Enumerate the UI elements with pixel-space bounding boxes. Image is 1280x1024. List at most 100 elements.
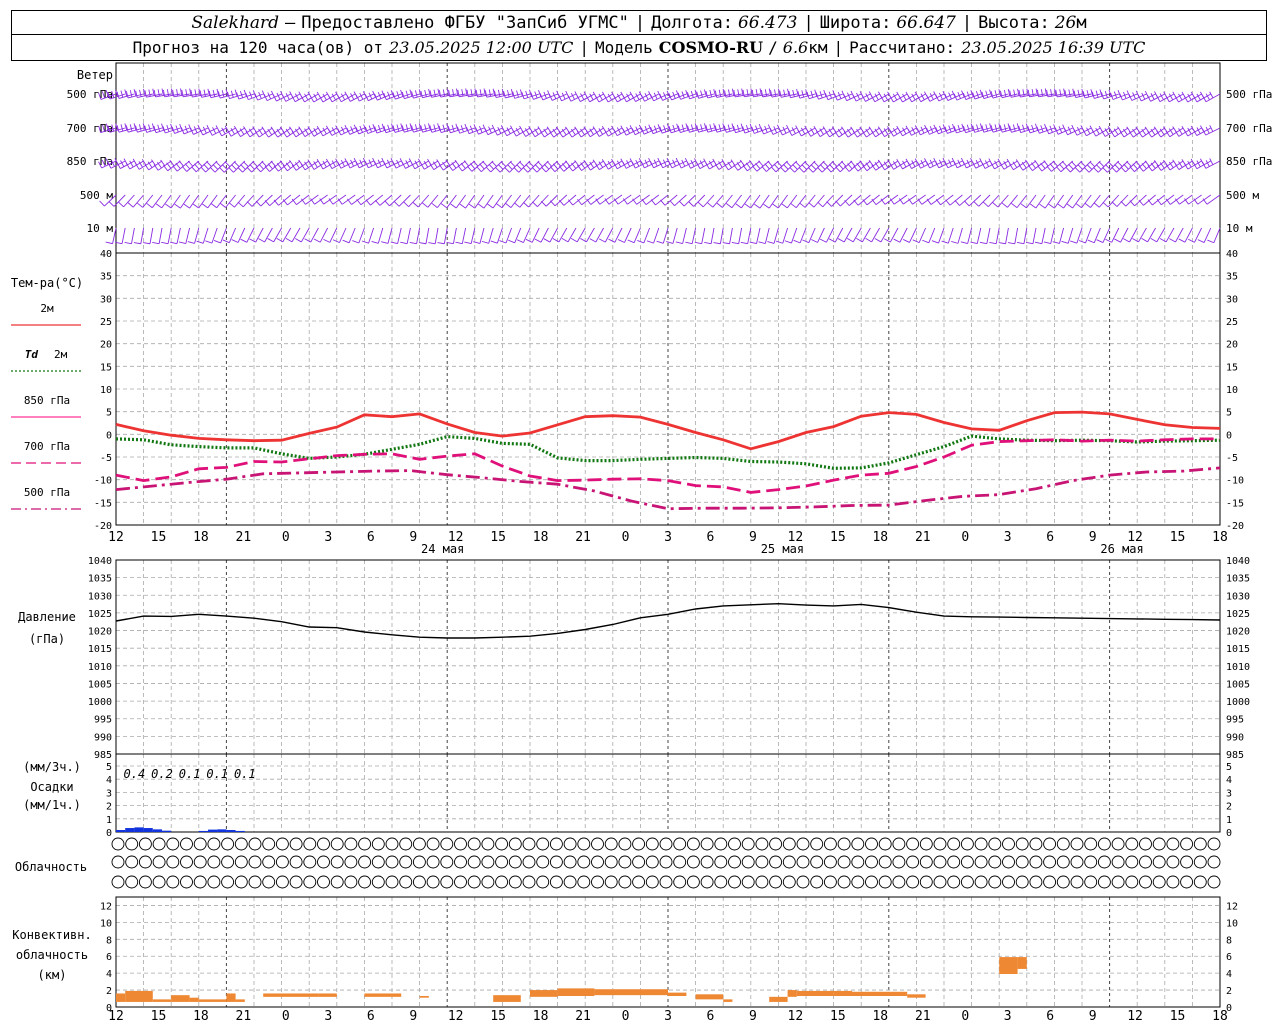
wind-barb-shaft [756,227,761,244]
wind-barb [347,194,365,205]
cloud-octas-circle [906,837,920,851]
cloud-octas-circle [686,875,700,889]
convective-tick-label: 2 [106,986,112,997]
wind-barb-feather [558,165,565,172]
time-tick-label: 9 [749,530,757,545]
wind-barb-feather [768,88,771,96]
cloud-octas-circle [207,837,221,851]
time-tick-label: 18 [872,530,888,545]
cloud-octas-circle [1029,837,1043,851]
wind-barb-shaft [978,194,991,207]
wind-barb-feather [212,89,216,97]
wind-barb-feather [534,238,542,243]
wind-barb-shaft [1116,194,1129,207]
wind-barb-shaft [479,227,485,244]
wind-barb [409,227,421,245]
wind-barb-shaft [1063,194,1074,209]
wind-barb [1043,227,1055,245]
wind-barb-shaft [1007,194,1018,208]
wind-barb-shaft [938,227,945,244]
wind-barb-feather [120,124,124,132]
wind-barb-shaft [264,227,273,243]
wind-barb-shaft [1147,227,1156,243]
wind-barb-feather [808,202,815,208]
wind-barb-shaft [1165,227,1175,243]
wind-barb [403,194,420,207]
wind-barb-feather [163,164,169,172]
cloud-octas-circle [591,837,604,851]
cloud-octas-circle [837,855,851,869]
cloud-octas-circle [549,837,563,851]
temp-tick-label: 30 [100,294,112,305]
wind-barb-feather [1129,200,1135,207]
cloud-octas-circle [673,875,687,889]
cloud-octas-circle [878,875,892,889]
wind-barb-feather [1144,160,1150,167]
wind-barb-feather [994,124,998,132]
cloud-octas-circle [1097,875,1111,889]
convective-bar [235,999,245,1002]
temp-tick-label: 35 [1226,272,1238,283]
wind-barb [1128,90,1147,101]
pressure-tick-label: 990 [1226,732,1244,743]
temp-tick-label: 40 [1226,249,1238,260]
convective-bar [594,989,668,996]
cloud-octas-circle [810,855,824,869]
wind-barb-feather [1084,202,1091,208]
wind-barb-feather [731,88,735,96]
wind-barb [337,194,356,205]
wind-barb-feather [1029,203,1037,209]
wind-barb-feather [205,240,213,244]
precip-tick-label: 1 [106,815,112,826]
temp-tick-label: 25 [100,317,112,328]
cloud-octas-circle [1166,855,1180,869]
wind-barb-feather [210,203,217,209]
wind-barb-feather [935,199,941,206]
wind-barb-feather [893,238,901,243]
wind-barb [1110,90,1129,100]
cloud-octas-circle [892,875,906,889]
cloud-octas-circle [700,837,714,851]
convective-bar [723,999,733,1002]
wind-barb-feather [1040,162,1046,169]
cloud-octas-circle [111,875,125,889]
wind-barb-feather [352,240,360,244]
wind-barb-feather [255,200,262,207]
wind-barb-shaft [282,227,292,243]
wind-barb-feather [219,202,226,208]
wind-barb-feather [546,161,553,167]
wind-barb-feather [781,203,788,209]
wind-barb-feather [178,241,186,244]
wind-barb-feather [203,89,206,97]
wind-barb-feather [844,165,850,172]
wind-barb-feather [1120,200,1127,207]
wind-barb-feather [1150,237,1158,243]
wind-barb-feather [844,200,850,206]
wind-barb [428,227,439,245]
cloud-octas-circle [755,875,769,889]
wind-barb-feather [477,203,485,209]
wind-barb-feather [543,238,551,243]
cloud-octas-circle [728,837,741,851]
cloud-octas-circle [221,875,235,889]
wind-barb-feather [285,162,291,169]
precip-tick-label: 4 [1226,775,1232,786]
cloud-octas-circle [1070,875,1084,889]
wind-barb-feather [1141,163,1147,170]
wind-barb [384,194,402,207]
wind-barb-feather [552,238,560,243]
wind-barb-feather [1009,90,1012,98]
pressure-tick-label: 985 [1226,750,1244,761]
cloud-octas-circle [1015,875,1029,889]
wind-barb-feather [1114,164,1120,170]
wind-barb [1120,194,1138,207]
wind-barb-shaft [387,227,393,244]
wind-barb-feather [507,90,510,98]
wind-barb-feather [424,89,427,97]
cloud-octas-circle [536,837,550,851]
wind-barb-feather [442,124,446,132]
temp-tick-label: 40 [100,249,112,260]
wind-barb-feather [289,160,295,167]
wind-barb-shaft [455,194,466,209]
wind-barb-shaft [300,227,310,243]
